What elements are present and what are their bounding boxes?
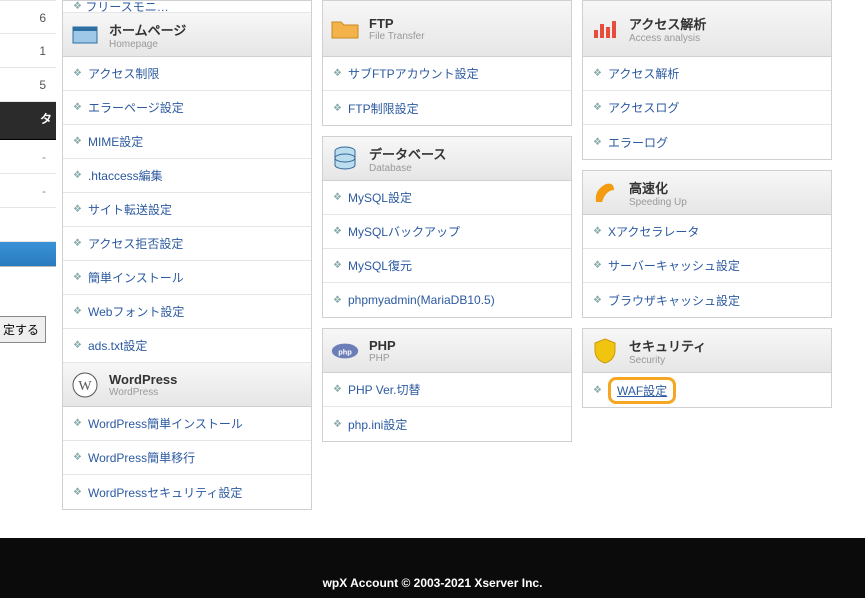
bullet-icon: ❖ [333, 192, 342, 203]
bullet-icon: ❖ [73, 136, 82, 147]
bullet-icon: ❖ [73, 102, 82, 113]
bullet-icon: ❖ [333, 226, 342, 237]
menu-item-access-log[interactable]: ❖アクセスログ [583, 91, 831, 125]
bullet-icon: ❖ [333, 295, 342, 306]
homepage-icon [71, 21, 99, 49]
category-wordpress: W WordPressWordPress [63, 363, 311, 407]
svg-text:php: php [338, 347, 352, 356]
menu-item-adstxt[interactable]: ❖ads.txt設定 [63, 329, 311, 363]
menu-item-ftp-limit[interactable]: ❖FTP制限設定 [323, 91, 571, 125]
shield-icon [591, 337, 619, 365]
menu-item-webfont[interactable]: ❖Webフォント設定 [63, 295, 311, 329]
bullet-icon: ❖ [73, 68, 82, 79]
category-access: アクセス解析Access analysis [583, 1, 831, 57]
column-middle: FTPFile Transfer ❖サブFTPアカウント設定 ❖FTP制限設定 … [322, 0, 572, 442]
highlighted-link[interactable]: WAF設定 [608, 377, 676, 404]
stat-dash: - [0, 174, 56, 208]
bullet-icon: ❖ [333, 419, 342, 430]
footer: wpX Account © 2003-2021 Xserver Inc. [0, 538, 865, 598]
set-button[interactable]: 定する [0, 316, 46, 343]
item-label[interactable]: フリースモニ… [85, 0, 168, 15]
bullet-icon: ❖ [593, 385, 602, 396]
bullet-icon: ❖ [593, 260, 602, 271]
stat-num: 1 [0, 34, 56, 68]
menu-item-wp-migrate[interactable]: ❖WordPress簡単移行 [63, 441, 311, 475]
menu-item-mysql[interactable]: ❖MySQL設定 [323, 181, 571, 215]
menu-item-xaccel[interactable]: ❖Xアクセラレータ [583, 215, 831, 249]
stat-dash: - [0, 140, 56, 174]
speed-icon [591, 179, 619, 207]
menu-item-htaccess[interactable]: ❖.htaccess編集 [63, 159, 311, 193]
category-homepage: ホームページHomepage [63, 13, 311, 57]
sidebar-black-heading: タ [0, 102, 56, 140]
menu-item-waf[interactable]: ❖ WAF設定 [583, 373, 831, 407]
category-security: セキュリティSecurity [583, 329, 831, 373]
menu-item-wp-install[interactable]: ❖WordPress簡単インストール [63, 407, 311, 441]
menu-item-sub-ftp[interactable]: ❖サブFTPアカウント設定 [323, 57, 571, 91]
column-right: アクセス解析Access analysis ❖アクセス解析 ❖アクセスログ ❖エ… [582, 0, 832, 408]
left-sidebar: 6 1 5 タ - - 定する [0, 0, 56, 350]
bullet-icon: ❖ [333, 260, 342, 271]
menu-item-phpmyadmin[interactable]: ❖phpmyadmin(MariaDB10.5) [323, 283, 571, 317]
bullet-icon: ❖ [593, 226, 602, 237]
menu-item-php-ini[interactable]: ❖php.ini設定 [323, 407, 571, 441]
folder-icon [331, 15, 359, 43]
php-icon: php [331, 337, 359, 365]
category-speed: 高速化Speeding Up [583, 171, 831, 215]
menu-item-wp-security[interactable]: ❖WordPressセキュリティ設定 [63, 475, 311, 509]
menu-item-mysql-backup[interactable]: ❖MySQLバックアップ [323, 215, 571, 249]
menu-item-error-page[interactable]: ❖エラーページ設定 [63, 91, 311, 125]
bullet-icon: ❖ [73, 487, 82, 498]
menu-item-error-log[interactable]: ❖エラーログ [583, 125, 831, 159]
bullet-icon: ❖ [593, 68, 602, 79]
bullet-icon: ❖ [333, 68, 342, 79]
category-ftp: FTPFile Transfer [323, 1, 571, 57]
menu-item-access-analysis[interactable]: ❖アクセス解析 [583, 57, 831, 91]
menu-item-easy-install[interactable]: ❖簡単インストール [63, 261, 311, 295]
bullet-icon: ❖ [593, 102, 602, 113]
menu-item-php-ver[interactable]: ❖PHP Ver.切替 [323, 373, 571, 407]
menu-item-mime[interactable]: ❖MIME設定 [63, 125, 311, 159]
bullet-icon: ❖ [73, 204, 82, 215]
bullet-icon: ❖ [73, 418, 82, 429]
bullet-icon: ❖ [73, 340, 82, 351]
database-icon [331, 145, 359, 173]
wordpress-icon: W [71, 371, 99, 399]
stat-num: 6 [0, 0, 56, 34]
menu-item-browser-cache[interactable]: ❖ブラウザキャッシュ設定 [583, 283, 831, 317]
svg-text:W: W [78, 379, 92, 394]
bullet-icon: ❖ [593, 137, 602, 148]
sidebar-blue-strip [0, 242, 56, 267]
menu-item-access-restrict[interactable]: ❖アクセス制限 [63, 57, 311, 91]
menu-item-mysql-restore[interactable]: ❖MySQL復元 [323, 249, 571, 283]
bullet-icon: ❖ [333, 384, 342, 395]
bullet-icon: ❖ [333, 103, 342, 114]
chart-icon [591, 15, 619, 43]
bullet-icon: ❖ [73, 238, 82, 249]
bullet-icon: ❖ [73, 1, 82, 12]
bullet-icon: ❖ [73, 272, 82, 283]
bullet-icon: ❖ [73, 170, 82, 181]
bullet-icon: ❖ [73, 452, 82, 463]
bullet-icon: ❖ [593, 295, 602, 306]
stat-num: 5 [0, 68, 56, 102]
menu-item-server-cache[interactable]: ❖サーバーキャッシュ設定 [583, 249, 831, 283]
bullet-icon: ❖ [73, 306, 82, 317]
category-php: php PHPPHP [323, 329, 571, 373]
menu-item-site-redirect[interactable]: ❖サイト転送設定 [63, 193, 311, 227]
column-homepage: ❖ フリースモニ… ホームページHomepage ❖アクセス制限 ❖エラーページ… [62, 0, 312, 510]
category-database: データベースDatabase [323, 137, 571, 181]
footer-copyright: wpX Account © 2003-2021 Xserver Inc. [323, 576, 543, 590]
menu-item-access-deny[interactable]: ❖アクセス拒否設定 [63, 227, 311, 261]
